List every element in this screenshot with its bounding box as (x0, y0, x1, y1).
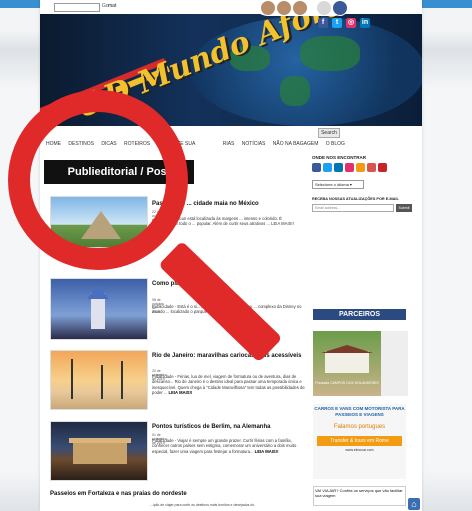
post-thumbnail-disney[interactable] (50, 278, 148, 340)
search-button[interactable]: Search (318, 128, 340, 138)
social-icons: f t ◎ in (318, 18, 370, 28)
hotel-ad-image[interactable]: Pousada CAMPOS DOS HOLANDESES (313, 331, 381, 396)
newsletter-form: Email address... Submit (312, 204, 416, 212)
avatar (260, 0, 276, 16)
transfer-ad-title: CARROS E VANS COM MOTORISTA PARA PASSEIO… (314, 406, 405, 417)
linkedin-icon[interactable]: in (360, 18, 370, 28)
transfer-ad-language: Falamos portugues (333, 424, 386, 430)
newsletter-label: RECEBA NOSSAS ATUALIZAÇÕES POR E-MAIL (312, 197, 399, 201)
post-thumbnail-rio[interactable] (50, 350, 148, 410)
find-us-label: ONDE NOS ENCONTRAR (312, 155, 367, 160)
transfer-ad-button[interactable]: Transfer & tours em Rome (317, 436, 402, 446)
sidebar: ONDE NOS ENCONTRAR Selecione o idioma ▾ … (312, 155, 416, 212)
transfer-ad[interactable]: CARROS E VANS COM MOTORISTA PARA PASSEIO… (313, 404, 406, 479)
instagram-icon[interactable] (345, 163, 354, 172)
post-title[interactable]: Passeios em Fortaleza e nas praias do no… (50, 491, 187, 497)
linkedin-icon[interactable] (334, 163, 343, 172)
partners-header: PARCEIROS (313, 309, 406, 320)
transfer-ad-url[interactable]: www.elmocar.com (313, 448, 406, 452)
hotel-ad-info (381, 331, 408, 396)
post-excerpt: ...ição de viajar para curtir os destino… (150, 503, 255, 507)
facebook-icon[interactable]: f (318, 18, 328, 28)
facebook-icon[interactable] (312, 163, 321, 172)
post-excerpt: Publicidade - Viajar é sempre um grande … (152, 438, 307, 454)
author-avatars (252, 0, 350, 16)
instagram-icon[interactable]: ◎ (346, 18, 356, 28)
avatar (316, 0, 332, 16)
sidebar-social-icons (312, 163, 416, 172)
avatar (276, 0, 292, 16)
menu-item-blog[interactable]: O BLOG (326, 141, 345, 147)
top-bar: Go mat (40, 0, 422, 14)
avatar (292, 0, 308, 16)
username-label: mat (108, 3, 117, 9)
post-excerpt: Publicidade - Férias, lua de mel, viagem… (152, 374, 307, 396)
hotel-ad-name: Pousada CAMPOS DOS HOLANDESES (315, 381, 379, 385)
youtube-icon[interactable] (367, 163, 376, 172)
avatar (332, 0, 348, 16)
submit-button[interactable]: Submit (396, 204, 412, 212)
twitter-icon[interactable] (323, 163, 332, 172)
language-select-value: Selecione o idioma (315, 182, 349, 187)
read-more-link[interactable]: LEIA MAIS!! (169, 390, 193, 395)
post-title[interactable]: Rio de Janeiro: maravilhas cariocas mais… (152, 352, 307, 360)
email-input[interactable]: Email address... (312, 204, 394, 212)
menu-item-bagagem[interactable]: NÃO NA BAGAGEM (273, 141, 319, 147)
post-title[interactable]: Pontos turísticos de Berlim, na Alemanha (152, 423, 302, 431)
read-more-link[interactable]: LEIA MAIS!! (255, 449, 279, 454)
top-search-input[interactable] (54, 3, 100, 12)
menu-item-noticias[interactable]: NOTÍCIAS (242, 141, 266, 147)
home-icon[interactable]: ⌂ (408, 498, 420, 510)
pinterest-icon[interactable] (378, 163, 387, 172)
magnifier-icon (8, 90, 188, 270)
post-thumbnail-berlin[interactable] (50, 421, 148, 481)
vacation-services-box[interactable]: VAI VIAJAR? Confira os serviços que vão … (313, 486, 406, 506)
language-select[interactable]: Selecione o idioma ▾ (312, 180, 364, 189)
rss-icon[interactable] (356, 163, 365, 172)
menu-item-ferias[interactable]: RIAS (223, 141, 235, 147)
twitter-icon[interactable]: t (332, 18, 342, 28)
